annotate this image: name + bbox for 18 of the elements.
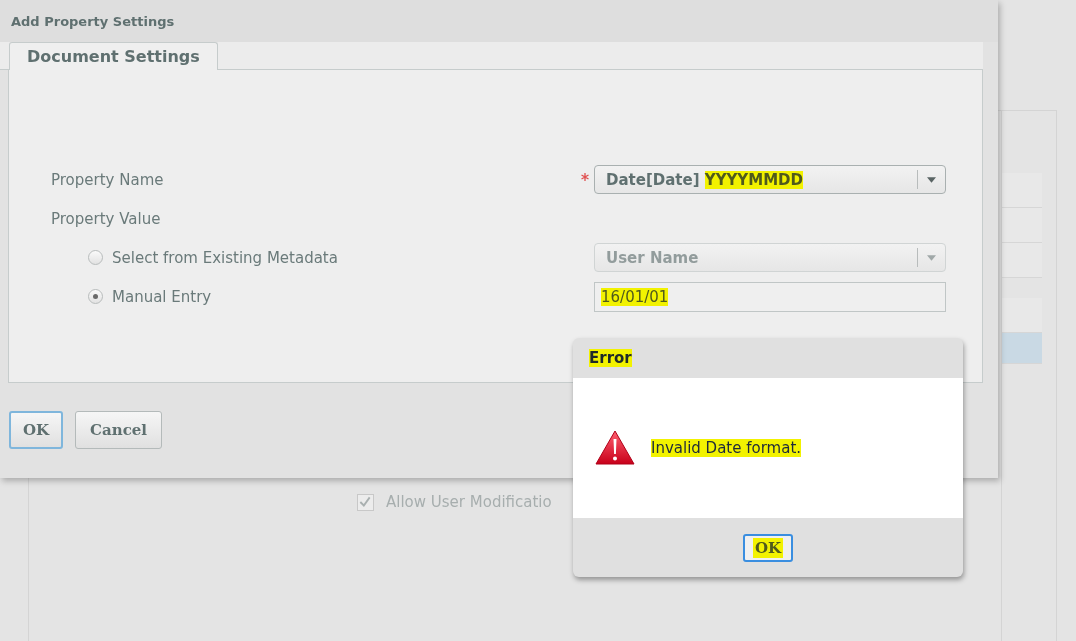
- radio-label: Select from Existing Metadata: [112, 248, 338, 267]
- dialog-title: Error: [589, 349, 632, 367]
- radio-label: Manual Entry: [112, 287, 212, 306]
- checkbox-label: Allow User Modificatio: [386, 493, 552, 511]
- caret-icon: [927, 176, 936, 183]
- error-message: Invalid Date format.: [651, 439, 802, 457]
- section-label: Property Value: [51, 209, 161, 228]
- warning-icon: [595, 430, 635, 466]
- ok-button[interactable]: OK: [9, 411, 64, 449]
- field-label: Property Name: [51, 170, 164, 189]
- ok-button[interactable]: OK: [742, 533, 794, 562]
- dropdown[interactable]: Date[Date] YYYYMMDD: [594, 165, 946, 194]
- radio-button[interactable]: [88, 289, 103, 304]
- tab[interactable]: Document Settings: [9, 42, 218, 70]
- dialog-title: Add Property Settings: [11, 13, 175, 29]
- text-field[interactable]: 16/01/01: [594, 281, 946, 312]
- caret-icon: [927, 254, 936, 261]
- cancel-button[interactable]: Cancel: [75, 411, 163, 449]
